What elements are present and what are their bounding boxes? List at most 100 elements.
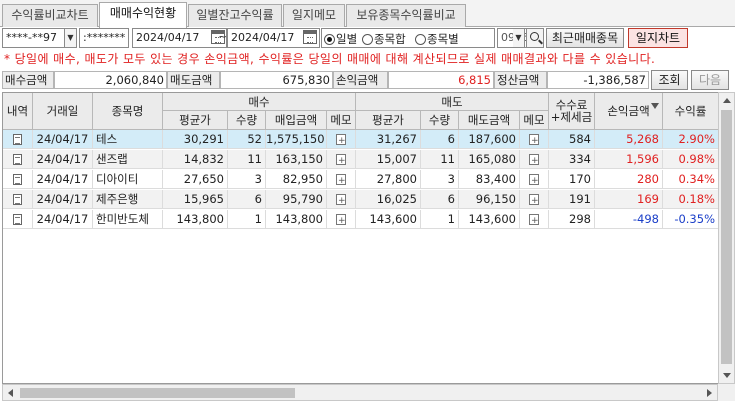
- memo-add-icon[interactable]: [336, 192, 346, 209]
- buy-memo-cell[interactable]: [327, 210, 356, 229]
- col-detail[interactable]: 내역: [3, 93, 33, 130]
- settle-amount-value: -1,386,587: [547, 71, 649, 89]
- tab-trade-profit-status[interactable]: 매매수익현황: [99, 2, 187, 28]
- query-toolbar: ****-**97 ▼ :******* 2024/04/17 ~ 2024/0…: [0, 27, 735, 48]
- buy-memo-cell[interactable]: [327, 190, 356, 209]
- radio-checked-icon: [324, 34, 335, 45]
- col-sell-amount[interactable]: 매도금액: [459, 111, 520, 130]
- memo-add-icon[interactable]: [529, 192, 539, 209]
- document-icon[interactable]: [13, 134, 22, 145]
- col-fee-tax[interactable]: 수수료 +제세금: [549, 93, 595, 130]
- buy-memo-cell[interactable]: [327, 130, 356, 149]
- col-stock-name[interactable]: 종목명: [93, 93, 163, 130]
- horizontal-scroll-thumb[interactable]: [20, 388, 295, 398]
- col-buy-qty[interactable]: 수량: [228, 111, 266, 130]
- memo-add-icon[interactable]: [529, 132, 539, 149]
- account-combo[interactable]: ****-**97: [2, 28, 65, 48]
- memo-add-icon[interactable]: [336, 172, 346, 189]
- sell-qty-cell: 6: [421, 190, 459, 209]
- recent-trades-button[interactable]: 최근매매종목: [546, 28, 624, 48]
- col-sell-qty[interactable]: 수량: [421, 111, 459, 130]
- return-cell: 0.18%: [663, 190, 718, 209]
- buy-avg-cell: 15,965: [163, 190, 228, 209]
- table-row[interactable]: 24/04/17 한미반도체 143,800 1 143,800 143,600…: [3, 210, 718, 229]
- journal-chart-button[interactable]: 일지차트: [628, 28, 688, 48]
- col-buy-avg[interactable]: 평균가: [163, 111, 228, 130]
- sell-amount-cell: 83,400: [459, 170, 520, 189]
- detail-cell[interactable]: [3, 150, 33, 169]
- detail-cell[interactable]: [3, 170, 33, 189]
- radio-by-stock[interactable]: 종목별: [415, 31, 459, 47]
- sell-memo-cell[interactable]: [520, 170, 549, 189]
- tab-daily-balance-return[interactable]: 일별잔고수익률: [188, 4, 282, 27]
- sell-memo-cell[interactable]: [520, 210, 549, 229]
- stock-name-cell: 샌즈랩: [93, 150, 163, 169]
- password-field[interactable]: :*******: [79, 28, 129, 48]
- tab-holding-return-compare[interactable]: 보유종목수익률비교: [346, 4, 466, 27]
- memo-add-icon[interactable]: [529, 172, 539, 189]
- sell-memo-cell[interactable]: [520, 150, 549, 169]
- sell-memo-cell[interactable]: [520, 130, 549, 149]
- buy-memo-cell[interactable]: [327, 170, 356, 189]
- memo-add-icon[interactable]: [529, 212, 539, 229]
- col-tax-label: +제세금: [550, 110, 593, 124]
- fee-cell: 170: [549, 170, 595, 189]
- stock-name-cell: 한미반도체: [93, 210, 163, 229]
- pnl-cell: 169: [595, 190, 663, 209]
- sell-memo-cell[interactable]: [520, 190, 549, 209]
- scroll-up-icon[interactable]: [723, 98, 731, 103]
- account-dropdown-button[interactable]: ▼: [65, 28, 77, 48]
- scroll-down-icon[interactable]: [723, 373, 731, 378]
- table-row[interactable]: 24/04/17 디아이티 27,650 3 82,950 27,800 3 8…: [3, 170, 718, 189]
- radio-stock-sum[interactable]: 종목합: [362, 31, 406, 47]
- tab-return-compare-chart[interactable]: 수익률비교차트: [2, 4, 98, 27]
- col-sell-memo[interactable]: 메모: [520, 111, 549, 130]
- col-return[interactable]: 수익률: [663, 93, 718, 130]
- sell-qty-cell: 6: [421, 130, 459, 149]
- memo-add-icon[interactable]: [336, 132, 346, 149]
- col-sell-avg[interactable]: 평균가: [356, 111, 421, 130]
- query-button[interactable]: 조회: [651, 70, 688, 90]
- document-icon[interactable]: [13, 154, 22, 165]
- document-icon[interactable]: [13, 194, 22, 205]
- memo-add-icon[interactable]: [529, 152, 539, 169]
- table-row[interactable]: 24/04/17 제주은행 15,965 6 95,790 16,025 6 9…: [3, 190, 718, 209]
- radio-unchecked-icon: [362, 34, 373, 45]
- filter-icon[interactable]: [651, 103, 659, 109]
- scroll-right-icon[interactable]: [707, 389, 712, 397]
- detail-cell[interactable]: [3, 210, 33, 229]
- table-row[interactable]: 24/04/17 샌즈랩 14,832 11 163,150 15,007 11…: [3, 150, 718, 169]
- horizontal-scrollbar[interactable]: [2, 384, 718, 401]
- col-group-buy: 매수: [163, 93, 356, 111]
- table-row[interactable]: 24/04/17 테스 30,291 52 1,575,150 31,267 6…: [3, 130, 718, 149]
- calendar-icon[interactable]: [303, 30, 317, 44]
- col-pnl[interactable]: 손익금액: [595, 93, 663, 130]
- stock-code-dropdown-button[interactable]: ▼: [513, 28, 525, 48]
- col-trade-date[interactable]: 거래일: [33, 93, 93, 130]
- buy-qty-cell: 1: [228, 210, 266, 229]
- buy-qty-cell: 6: [228, 190, 266, 209]
- stock-search-button[interactable]: [526, 28, 544, 48]
- tab-journal-memo[interactable]: 일지메모: [283, 4, 345, 27]
- return-cell: 2.90%: [663, 130, 718, 149]
- return-cell: 0.98%: [663, 150, 718, 169]
- detail-cell[interactable]: [3, 130, 33, 149]
- memo-add-icon[interactable]: [336, 212, 346, 229]
- memo-add-icon[interactable]: [336, 152, 346, 169]
- buy-qty-cell: 11: [228, 150, 266, 169]
- col-buy-amount[interactable]: 매입금액: [266, 111, 327, 130]
- vertical-scrollbar[interactable]: [718, 92, 735, 384]
- buy-memo-cell[interactable]: [327, 150, 356, 169]
- detail-cell[interactable]: [3, 190, 33, 209]
- document-icon[interactable]: [13, 214, 22, 225]
- col-buy-memo[interactable]: 메모: [327, 111, 356, 130]
- summary-bar: 매수금액 2,060,840 매도금액 675,830 손익금액 6,815 정…: [0, 70, 735, 90]
- next-button[interactable]: 다음: [691, 70, 729, 90]
- radio-daily[interactable]: 일별: [324, 31, 357, 47]
- document-icon[interactable]: [13, 174, 22, 185]
- pnl-cell: 5,268: [595, 130, 663, 149]
- buy-qty-cell: 52: [228, 130, 266, 149]
- return-cell: 0.34%: [663, 170, 718, 189]
- scroll-left-icon[interactable]: [8, 389, 13, 397]
- vertical-scroll-thumb[interactable]: [721, 110, 732, 364]
